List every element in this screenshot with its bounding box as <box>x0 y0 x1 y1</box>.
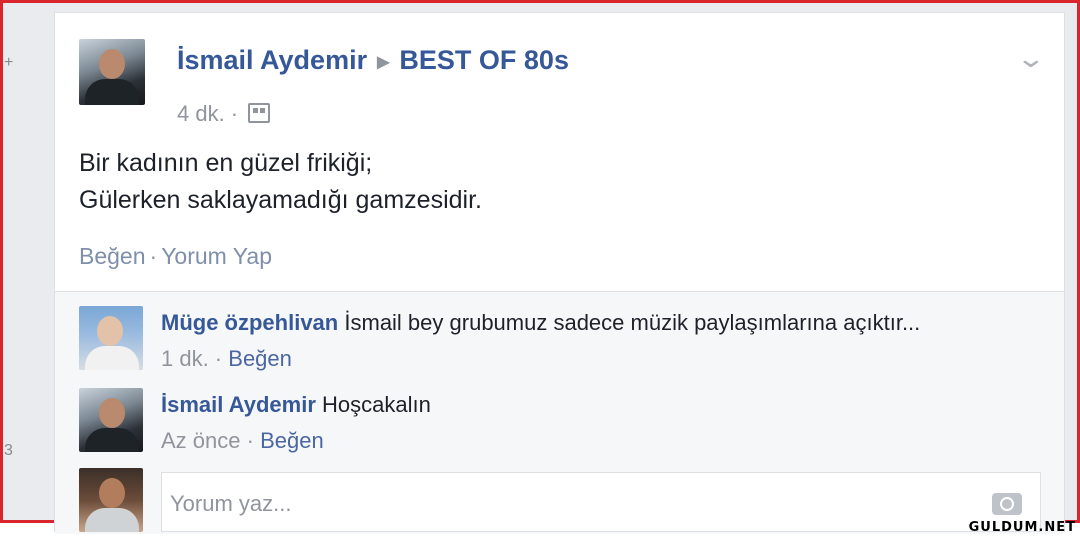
post-actions: Beğen · Yorum Yap <box>79 243 272 270</box>
separator: · <box>149 243 158 269</box>
comment-input-placeholder: Yorum yaz... <box>170 491 292 516</box>
post-text-line: Bir kadının en güzel frikiği; <box>79 149 373 177</box>
comment-link[interactable]: Yorum Yap <box>161 243 272 269</box>
post-text-line: Gülerken saklayamadığı gamzesidir. <box>79 186 482 214</box>
arrow-right-icon: ▶ <box>377 53 390 71</box>
comments-section: Müge özpehlivan İsmail bey grubumuz sade… <box>55 291 1064 534</box>
author-name-link[interactable]: İsmail Aydemir <box>177 45 367 75</box>
comment-like-link[interactable]: Beğen <box>228 346 292 371</box>
comment-timestamp[interactable]: Az önce · <box>161 428 254 453</box>
comment-text: İsmail bey grubumuz sadece müzik paylaşı… <box>344 310 921 335</box>
post-author-line: İsmail Aydemir ▶ BEST OF 80s <box>177 45 569 76</box>
post-meta: 4 dk. · <box>177 101 271 127</box>
chevron-down-icon[interactable]: ⌄ <box>1016 43 1047 74</box>
camera-icon[interactable] <box>992 493 1022 515</box>
commenter-name-link[interactable]: Müge özpehlivan <box>161 310 338 335</box>
group-name-link[interactable]: BEST OF 80s <box>399 45 569 75</box>
post-body: Bir kadının en güzel frikiği; Gülerken s… <box>79 145 482 219</box>
post-timestamp[interactable]: 4 dk. · <box>177 101 238 126</box>
watermark: GULDUM.NET <box>968 520 1076 535</box>
current-user-avatar <box>79 468 143 532</box>
comment-timestamp[interactable]: 1 dk. · <box>161 346 222 371</box>
commenter-avatar[interactable] <box>79 388 143 452</box>
comment-like-link[interactable]: Beğen <box>260 428 324 453</box>
commenter-avatar[interactable] <box>79 306 143 370</box>
side-mark-bottom: 3 <box>4 442 13 459</box>
side-mark-top: + <box>4 54 14 71</box>
commenter-name-link[interactable]: İsmail Aydemir <box>161 392 316 417</box>
post-card: İsmail Aydemir ▶ BEST OF 80s 4 dk. · ⌄ Bir… <box>54 12 1065 534</box>
comment-input[interactable]: Yorum yaz... <box>161 472 1041 532</box>
author-avatar[interactable] <box>79 39 145 105</box>
like-link[interactable]: Beğen <box>79 243 146 269</box>
comment-text: Hoşcakalın <box>322 392 431 417</box>
group-audience-icon <box>248 103 271 123</box>
